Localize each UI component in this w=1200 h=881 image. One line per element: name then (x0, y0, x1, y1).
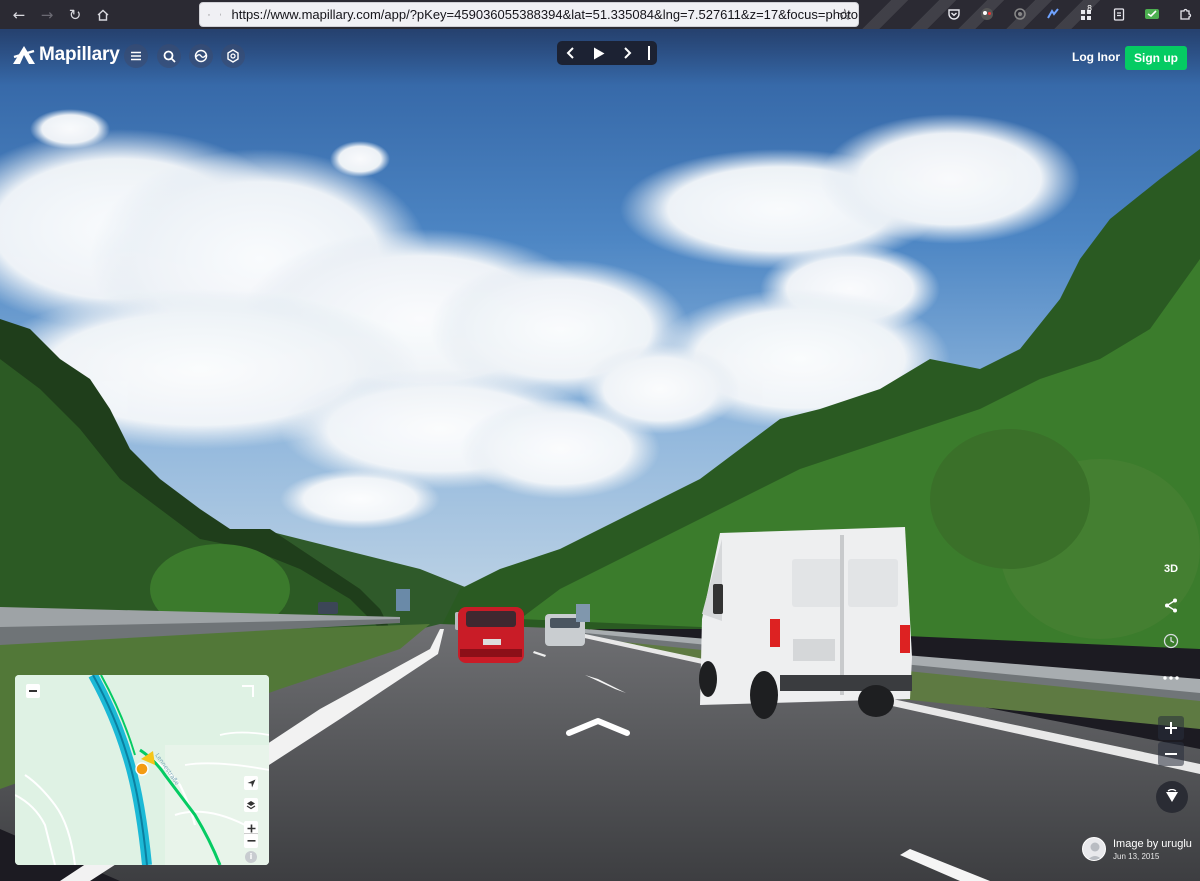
reader-icon[interactable] (1142, 4, 1161, 23)
user-avatar-icon (1087, 842, 1103, 860)
home-icon[interactable] (92, 4, 114, 26)
shield-icon[interactable] (208, 8, 210, 22)
compass-button[interactable] (1156, 781, 1188, 813)
minimap-collapse-button[interactable] (26, 684, 40, 698)
street-viewer[interactable]: Mapillary Log In or Sign up 3D Lennestra… (0, 29, 1200, 881)
counter-icon[interactable]: 8 (1076, 4, 1095, 23)
extension-icon[interactable] (1010, 4, 1029, 23)
or-text: or (1108, 50, 1120, 64)
logo-text: Mapillary (39, 44, 120, 65)
prev-button[interactable] (557, 41, 585, 65)
signup-button[interactable]: Sign up (1125, 46, 1187, 70)
forward-navigation-arrow[interactable] (566, 717, 630, 737)
logo-mark-icon (13, 46, 35, 64)
expand-corner-icon (242, 685, 254, 697)
zoom-in-icon (1165, 722, 1177, 734)
back-icon[interactable]: ← (8, 4, 30, 26)
stop-button[interactable] (641, 41, 657, 65)
bookmark-star-icon[interactable]: ☆ (838, 6, 852, 24)
compass-icon (1166, 789, 1178, 802)
menu-icon (131, 51, 141, 61)
minimap[interactable]: Lennestraße i (15, 675, 269, 865)
attribution-text: Image by uruglu Jun 13, 2015 (1113, 838, 1192, 861)
app-header: Mapillary Log In or Sign up (0, 29, 1200, 85)
layers-icon (246, 801, 256, 810)
minimap-locate-button[interactable] (244, 776, 258, 790)
play-button[interactable] (585, 41, 613, 65)
minimap-layers-button[interactable] (244, 798, 258, 812)
settings-icon (227, 49, 239, 63)
more-options-button[interactable] (1158, 666, 1184, 690)
zoom-out-button[interactable] (1158, 742, 1184, 766)
zoom-in-button[interactable] (1158, 716, 1184, 740)
prev-icon (566, 47, 574, 59)
minimap-canvas[interactable]: Lennestraße (15, 675, 269, 865)
history-icon (1163, 633, 1179, 649)
browser-toolbar: ← → ↻ https://www.mapillary.com/app/?pKe… (0, 0, 1200, 29)
info-icon[interactable]: i (245, 851, 257, 863)
url-text: https://www.mapillary.com/app/?pKey=4590… (231, 7, 858, 22)
share-icon (1165, 598, 1177, 612)
next-button[interactable] (613, 41, 641, 65)
clipboard-icon[interactable] (1109, 4, 1128, 23)
minimap-expand-button[interactable] (241, 684, 255, 698)
ublock-icon[interactable] (977, 4, 996, 23)
play-icon (594, 47, 605, 59)
login-link[interactable]: Log In (1072, 50, 1108, 64)
settings-button[interactable] (221, 44, 245, 68)
image-attribution[interactable]: Image by uruglu Jun 13, 2015 (1082, 837, 1192, 861)
avatar[interactable] (1082, 837, 1106, 861)
lock-icon[interactable] (219, 8, 222, 21)
3d-toggle-button[interactable]: 3D (1158, 557, 1184, 581)
menu-button[interactable] (124, 44, 148, 68)
zoom-out-icon (1165, 753, 1177, 755)
more-icon (1163, 676, 1179, 680)
history-button[interactable] (1158, 629, 1184, 653)
extension-toolbar: 8 (944, 4, 1200, 23)
pocket-icon[interactable] (944, 4, 963, 23)
sequence-controls (557, 41, 657, 65)
search-icon (163, 50, 176, 63)
next-icon (624, 47, 632, 59)
search-button[interactable] (157, 44, 181, 68)
locate-icon (247, 779, 255, 787)
extension-badge: 8 (1087, 4, 1093, 13)
stop-icon (648, 46, 650, 60)
attribution-date: Jun 13, 2015 (1113, 851, 1160, 861)
reload-icon[interactable]: ↻ (64, 4, 86, 26)
map-style-button[interactable] (189, 44, 213, 68)
collapse-icon (29, 690, 37, 692)
mapillary-logo[interactable]: Mapillary (12, 44, 120, 66)
forward-icon[interactable]: → (36, 4, 58, 26)
bitwarden-icon[interactable] (1043, 4, 1062, 23)
map-style-icon (194, 49, 208, 63)
puzzle-icon[interactable] (1175, 4, 1194, 23)
attribution-author[interactable]: Image by uruglu (1113, 838, 1192, 850)
share-button[interactable] (1158, 593, 1184, 617)
address-bar[interactable]: https://www.mapillary.com/app/?pKey=4590… (199, 2, 859, 27)
